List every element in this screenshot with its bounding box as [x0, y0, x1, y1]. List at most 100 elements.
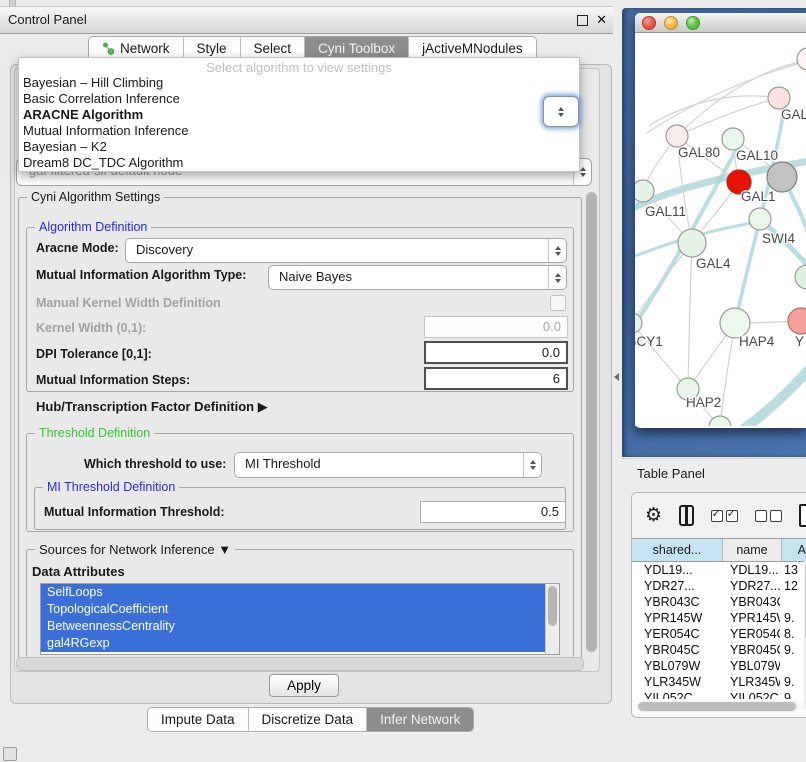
table-panel: ⚙ ✓✓ shared...nameA YDL19...YDL19...13YD… [631, 492, 806, 718]
list-scrollbar[interactable] [545, 584, 559, 654]
mi-type-combo[interactable]: Naive Bayes [268, 265, 567, 290]
kernel-width-label: Kernel Width (0,1): [36, 321, 146, 335]
sources-title[interactable]: Sources for Network Inference ▼ [35, 542, 235, 557]
table-cell: YPR145W [722, 610, 780, 626]
tab-label: Style [197, 41, 227, 56]
attribute-item-selfloops[interactable]: SelfLoops [41, 584, 559, 601]
document-icon[interactable] [799, 504, 806, 527]
network-edge [713, 355, 806, 426]
close-button-icon[interactable] [642, 16, 656, 30]
mi-steps-field[interactable]: 6 [424, 367, 568, 390]
bottom-tab-impute-data[interactable]: Impute Data [148, 708, 249, 731]
network-node-swi4[interactable] [749, 208, 771, 230]
threshold-definition-title: Threshold Definition [35, 426, 154, 440]
algorithm-option-dream8-dc-tdc-algorithm[interactable]: Dream8 DC_TDC Algorithm [19, 155, 579, 171]
attribute-item-topologicalcoefficient[interactable]: TopologicalCoefficient [41, 601, 559, 618]
network-node-node-topright[interactable] [797, 48, 806, 70]
settings-hscrollbar[interactable] [16, 657, 584, 671]
tab-label: Network [120, 41, 170, 56]
table-cell: YBR045C [632, 642, 722, 658]
bottom-tab-discretize-data[interactable]: Discretize Data [249, 708, 368, 731]
attribute-item-betweennesscentrality[interactable]: BetweennessCentrality [41, 618, 559, 635]
hub-definition-toggle[interactable]: Hub/Transcription Factor Definition ▶ [36, 399, 268, 415]
zoom-button-icon[interactable] [686, 16, 700, 30]
network-view-window[interactable]: GAL7GAL80GAL10GAL1GAL11SWI4GAL4GCY1HAP4Y… [635, 13, 806, 428]
table-cell: 9. [780, 674, 806, 690]
columns-icon[interactable] [679, 505, 694, 526]
table-row[interactable]: YPR145WYPR145W9. [632, 610, 806, 626]
mi-threshold-field[interactable]: 0.5 [420, 501, 566, 523]
algorithm-option-aracne-algorithm[interactable]: ARACNE Algorithm [19, 107, 579, 123]
table-cell: YLR345W [632, 674, 722, 690]
table-cell: YDR27... [632, 578, 722, 594]
tab-label: Discretize Data [262, 712, 354, 727]
bottom-tab-infer-network[interactable]: Infer Network [367, 708, 473, 731]
apply-button[interactable]: Apply [269, 674, 339, 697]
tab-label: jActiveMNodules [422, 41, 523, 56]
mi-type-label: Mutual Information Algorithm Type: [36, 268, 246, 282]
aracne-mode-combo[interactable]: Discovery [125, 238, 567, 263]
attribute-item-gal4rgexp[interactable]: gal4RGexp [41, 635, 559, 652]
which-threshold-value: MI Threshold [245, 456, 321, 471]
which-threshold-combo[interactable]: MI Threshold [234, 452, 542, 478]
table-cell: 9. [780, 610, 806, 626]
network-edge [736, 91, 787, 320]
settings-vscrollbar[interactable] [584, 189, 599, 659]
data-attributes-list[interactable]: SelfLoopsTopologicalCoefficientBetweenne… [40, 583, 560, 655]
table-cell: YBL079W [722, 658, 780, 674]
network-tab-icon [102, 42, 115, 55]
combo-stepper-icon [523, 453, 541, 477]
deselect-all-icon[interactable] [755, 510, 782, 522]
table-cell: YLR345W [722, 674, 780, 690]
table-row[interactable]: YBR043CYBR043C [632, 594, 806, 610]
table-row[interactable]: YDL19...YDL19...13 [632, 562, 806, 578]
select-all-icon[interactable]: ✓✓ [711, 510, 738, 522]
table-hscrollbar[interactable] [637, 701, 799, 712]
column-header-a[interactable]: A [782, 539, 806, 561]
table-row[interactable]: YBR045CYBR045C9. [632, 642, 806, 658]
algorithm-option-bayesian-k2[interactable]: Bayesian – K2 [19, 139, 579, 155]
network-node-node-gray[interactable] [767, 162, 797, 192]
node-label-gal7: GAL7 [781, 107, 806, 122]
network-edge [635, 323, 688, 389]
network-node-node-right-green[interactable] [795, 265, 806, 289]
close-icon[interactable]: ✕ [596, 11, 607, 29]
gear-icon[interactable]: ⚙ [645, 506, 662, 525]
table-cell: YBR043C [632, 594, 722, 610]
node-label-y: Y [795, 334, 804, 349]
panel-divider-handle[interactable] [614, 373, 619, 381]
table-cell: YER054C [632, 626, 722, 642]
column-header-name[interactable]: name [723, 539, 782, 561]
network-node-node-salmon[interactable] [788, 308, 806, 334]
float-icon[interactable] [577, 15, 588, 26]
network-node-gal80[interactable] [666, 125, 688, 147]
kernel-width-field[interactable]: 0.0 [424, 316, 568, 338]
algorithm-placeholder: Select algorithm to view settings [19, 60, 579, 75]
collapsed-panel-icon[interactable] [3, 747, 17, 761]
table-cell: YER054C [722, 626, 780, 642]
table-row[interactable]: YER054CYER054C8. [632, 626, 806, 642]
network-canvas[interactable]: GAL7GAL80GAL10GAL1GAL11SWI4GAL4GCY1HAP4Y… [635, 33, 806, 426]
column-header-shared[interactable]: shared... [632, 539, 723, 561]
table-row[interactable]: YIL052CYIL052C9. [632, 690, 806, 699]
network-node-gal7[interactable] [768, 87, 790, 109]
network-node-gal4[interactable] [678, 229, 706, 257]
minimize-button-icon[interactable] [664, 16, 678, 30]
table-row[interactable]: YDR27...YDR27...12 [632, 578, 806, 594]
node-label-gal10: GAL10 [736, 148, 778, 163]
algorithm-option-bayesian-hill-climbing[interactable]: Bayesian – Hill Climbing [19, 75, 579, 91]
algorithm-option-basic-correlation-inference[interactable]: Basic Correlation Inference [19, 91, 579, 107]
table-toolbar: ⚙ ✓✓ [632, 493, 806, 538]
node-label-swi4: SWI4 [762, 231, 795, 246]
table-row[interactable]: YBL079WYBL079W [632, 658, 806, 674]
tab-label: Select [254, 41, 292, 56]
node-label-gal4: GAL4 [696, 256, 731, 271]
dpi-tolerance-field[interactable]: 0.0 [424, 341, 568, 364]
network-node-gal10[interactable] [722, 128, 744, 150]
network-node-gal11[interactable] [635, 180, 654, 202]
table-row[interactable]: YLR345WYLR345W9. [632, 674, 806, 690]
aracne-mode-label: Aracne Mode: [36, 241, 119, 255]
algorithm-option-mutual-information-inference[interactable]: Mutual Information Inference [19, 123, 579, 139]
manual-kernel-checkbox[interactable] [550, 295, 566, 311]
algorithm-combo-button[interactable] [543, 96, 579, 127]
